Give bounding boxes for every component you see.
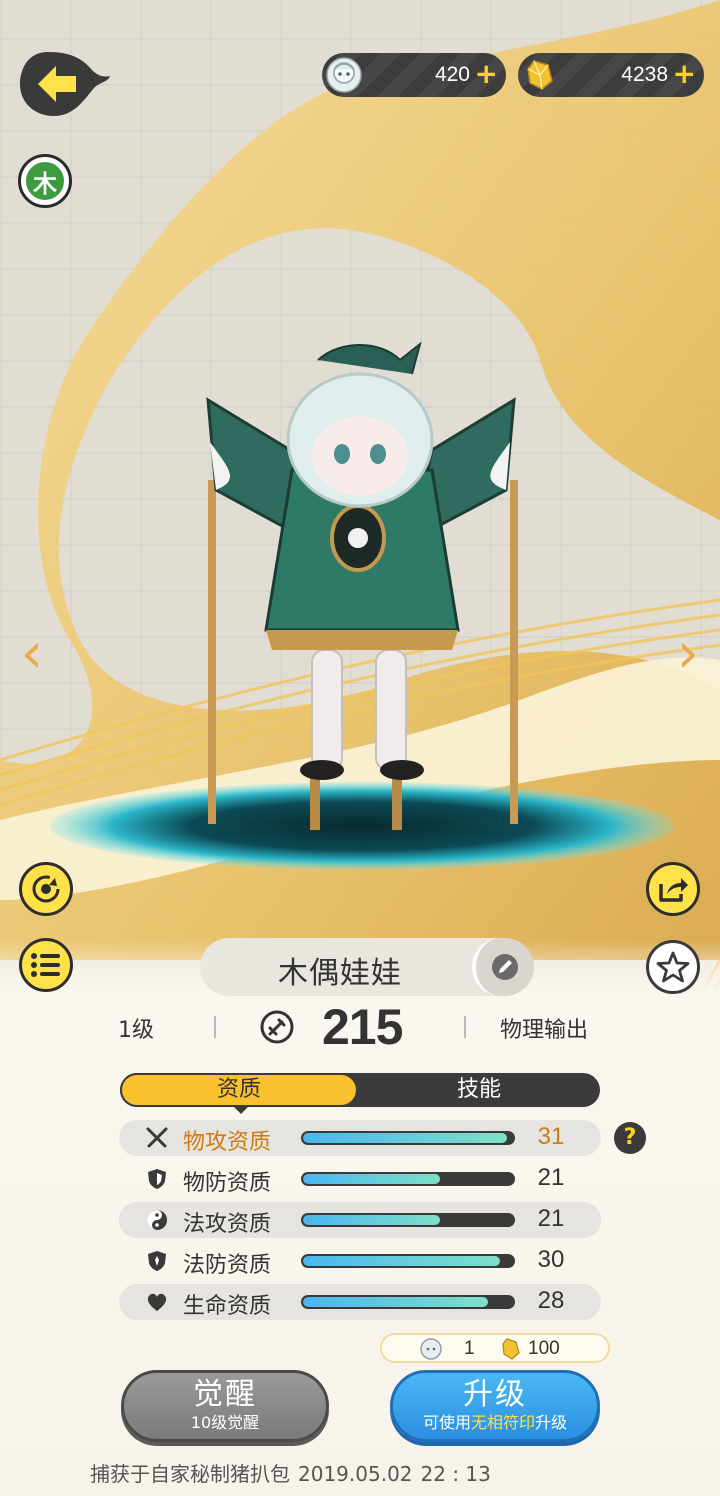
detail-tabs: 资质 技能 (120, 1073, 600, 1114)
upgrade-cost: 1 100 (380, 1333, 610, 1363)
awaken-title: 觉醒 (193, 1377, 257, 1412)
favorite-button[interactable] (646, 940, 700, 994)
aptitude-value: 21 (537, 1164, 565, 1191)
aptitude-bar (301, 1295, 515, 1309)
list-icon (31, 953, 60, 977)
rotate-icon (32, 875, 60, 903)
gold-currency-add-icon[interactable]: + (673, 58, 696, 90)
ghost-currency-value: 420 (434, 63, 470, 86)
aptitude-row: 物防资质 21 (119, 1161, 601, 1197)
aptitude-row: 法防资质 30 (119, 1243, 601, 1279)
back-button[interactable] (18, 48, 112, 120)
ghost-coin-icon (420, 1338, 442, 1360)
portal-pool (50, 782, 674, 870)
tab-aptitude[interactable]: 资质 (120, 1073, 358, 1114)
combat-power-icon (260, 1010, 294, 1044)
shield-icon (148, 1169, 166, 1189)
aptitude-row: 物攻资质 31 (119, 1120, 601, 1156)
crossed-swords-icon (146, 1127, 168, 1148)
cost-gold-amount: 100 (528, 1338, 560, 1359)
menu-list-button[interactable] (19, 938, 73, 992)
aptitude-bar (301, 1213, 515, 1227)
ghost-coin-icon (326, 57, 362, 93)
monster-role: 物理输出 (500, 1018, 589, 1043)
aptitude-value: 30 (537, 1246, 565, 1273)
element-label: 木 (24, 160, 66, 202)
monster-model[interactable] (40, 330, 680, 890)
rotate-view-button[interactable] (19, 862, 73, 916)
cost-ghost-amount: 1 (464, 1338, 475, 1359)
rename-button[interactable] (472, 938, 534, 996)
star-icon (656, 951, 690, 983)
combat-power-value: 215 (322, 999, 403, 1055)
capture-time: 22 : 13 (420, 1462, 491, 1486)
aptitude-label: 法攻资质 (183, 1212, 272, 1237)
upgrade-button[interactable]: 升级 可使用无相符印升级 (390, 1370, 600, 1442)
yin-yang-icon (147, 1210, 167, 1230)
aptitude-label: 生命资质 (183, 1294, 272, 1319)
gold-crystal-icon (527, 60, 553, 90)
ghost-currency[interactable]: 420 + (322, 53, 506, 97)
monster-name-plate: 木偶娃娃 (200, 938, 534, 996)
heart-icon (147, 1293, 167, 1311)
share-button[interactable] (646, 862, 700, 916)
upgrade-item-name: 无相符印 (470, 1413, 535, 1432)
aptitude-row: 法攻资质 21 (119, 1202, 601, 1238)
back-arrow-icon (20, 52, 110, 116)
aptitude-bar (301, 1254, 515, 1268)
edit-pencil-icon (492, 954, 518, 980)
gold-currency-value: 4238 (621, 63, 668, 86)
capture-info: 捕获于自家秘制猪扒包 2019.05.02 22 : 13 (90, 1458, 499, 1487)
upgrade-hint: 可使用无相符印升级 (422, 1413, 568, 1432)
divider (464, 1016, 466, 1038)
awaken-requirement: 10级觉醒 (190, 1413, 260, 1432)
aptitude-label: 法防资质 (183, 1253, 272, 1278)
aptitude-label: 物攻资质 (183, 1130, 272, 1155)
gold-crystal-icon (502, 1338, 520, 1360)
divider (214, 1016, 216, 1038)
aptitude-value: 31 (537, 1123, 565, 1150)
tab-skills[interactable]: 技能 (358, 1073, 600, 1107)
monster-level: 1级 (118, 1018, 154, 1043)
monster-name: 木偶娃娃 (278, 956, 402, 991)
aptitude-row: 生命资质 28 (119, 1284, 601, 1320)
upgrade-title: 升级 (463, 1377, 527, 1412)
share-icon (659, 878, 688, 902)
magic-shield-icon (148, 1251, 166, 1271)
aptitude-bar (301, 1131, 515, 1145)
capture-location: 捕获于自家秘制猪扒包 (90, 1462, 290, 1486)
ghost-currency-add-icon[interactable]: + (475, 58, 498, 90)
aptitude-label: 物防资质 (183, 1171, 272, 1196)
aptitude-value: 28 (537, 1287, 565, 1314)
capture-date: 2019.05.02 (298, 1462, 413, 1486)
awaken-button[interactable]: 觉醒 10级觉醒 (121, 1370, 329, 1442)
element-badge[interactable]: 木 (18, 154, 72, 208)
aptitude-bar (301, 1172, 515, 1186)
aptitude-help-button[interactable]: ? (614, 1122, 646, 1154)
aptitude-value: 21 (537, 1205, 565, 1232)
gold-currency[interactable]: 4238 + (518, 53, 704, 97)
